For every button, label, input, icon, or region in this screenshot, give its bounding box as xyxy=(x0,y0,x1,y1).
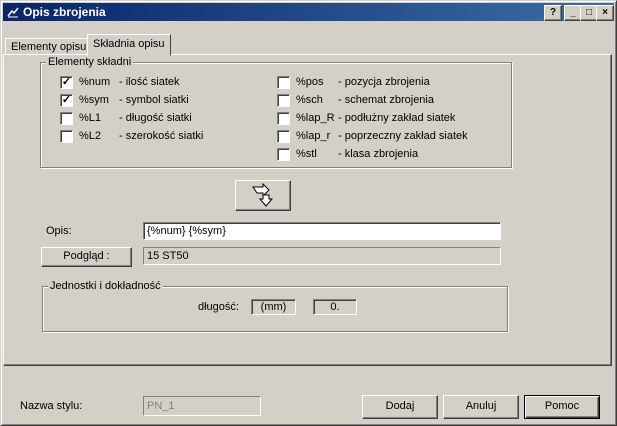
unit-field[interactable]: (mm) xyxy=(251,299,296,315)
style-name-input: PN_1 xyxy=(143,396,261,416)
code-stl: %stl xyxy=(296,148,317,160)
checkbox-sym[interactable]: ✓ xyxy=(60,94,73,107)
style-name-label: Nazwa stylu: xyxy=(20,400,83,412)
checkbox-sch[interactable] xyxy=(277,94,290,107)
code-sym: %sym xyxy=(79,94,109,106)
code-num: %num xyxy=(79,76,111,88)
opis-label: Opis: xyxy=(46,225,72,237)
code-pos: %pos xyxy=(296,76,324,88)
desc-num: - ilość siatek xyxy=(119,76,180,88)
checkbox-lap-r-lower[interactable] xyxy=(277,130,290,143)
app-icon xyxy=(7,7,19,18)
desc-pos: - pozycja zbrojenia xyxy=(338,76,430,88)
length-label: długość: xyxy=(198,301,239,313)
title-bar[interactable]: Opis zbrojenia ? _ □ × xyxy=(3,3,614,21)
checkbox-l1[interactable] xyxy=(60,112,73,125)
insert-button[interactable] xyxy=(235,180,291,211)
help-button[interactable]: Pomoc xyxy=(524,395,600,419)
checkbox-stl[interactable] xyxy=(277,148,290,161)
preview-button[interactable]: Podgląd : xyxy=(41,247,132,267)
code-lap-r-lower: %lap_r xyxy=(296,130,331,142)
close-button[interactable]: × xyxy=(596,5,614,21)
desc-l2: - szerokość siatki xyxy=(119,130,204,142)
desc-lap-r-lower: - poprzeczny zakład siatek xyxy=(338,130,468,142)
desc-sch: - schemat zbrojenia xyxy=(338,94,434,106)
window-title: Opis zbrojenia xyxy=(23,5,106,19)
precision-field[interactable]: 0. xyxy=(313,299,357,315)
preview-output: 15 ST50 xyxy=(143,247,501,265)
desc-stl: - klasa zbrojenia xyxy=(338,148,419,160)
checkbox-l2[interactable] xyxy=(60,130,73,143)
tab-skladnia-opisu[interactable]: Składnia opisu xyxy=(87,34,171,56)
code-l1: %L1 xyxy=(79,112,102,124)
code-sch: %sch xyxy=(296,94,323,106)
checkbox-num[interactable]: ✓ xyxy=(60,76,73,89)
insert-arrow-icon xyxy=(252,182,274,207)
code-l2: %L2 xyxy=(79,130,102,142)
code-lap-r-upper: %lap_R xyxy=(296,112,335,124)
checkbox-pos[interactable] xyxy=(277,76,290,89)
cancel-button[interactable]: Anuluj xyxy=(443,395,519,419)
desc-l1: - długość siatki xyxy=(119,112,192,124)
opis-input[interactable]: {%num} {%sym} xyxy=(143,222,501,240)
desc-lap-r-upper: - podłużny zakład siatek xyxy=(338,112,456,124)
help-title-button[interactable]: ? xyxy=(544,5,562,21)
units-group-title: Jednostki i dokładność xyxy=(48,280,163,292)
desc-sym: - symbol siatki xyxy=(119,94,189,106)
add-button[interactable]: Dodaj xyxy=(362,395,438,419)
elements-group-title: Elementy składni xyxy=(46,56,134,68)
checkbox-lap-r-upper[interactable] xyxy=(277,112,290,125)
tab-elementy-opisu[interactable]: Elementy opisu xyxy=(5,38,93,55)
